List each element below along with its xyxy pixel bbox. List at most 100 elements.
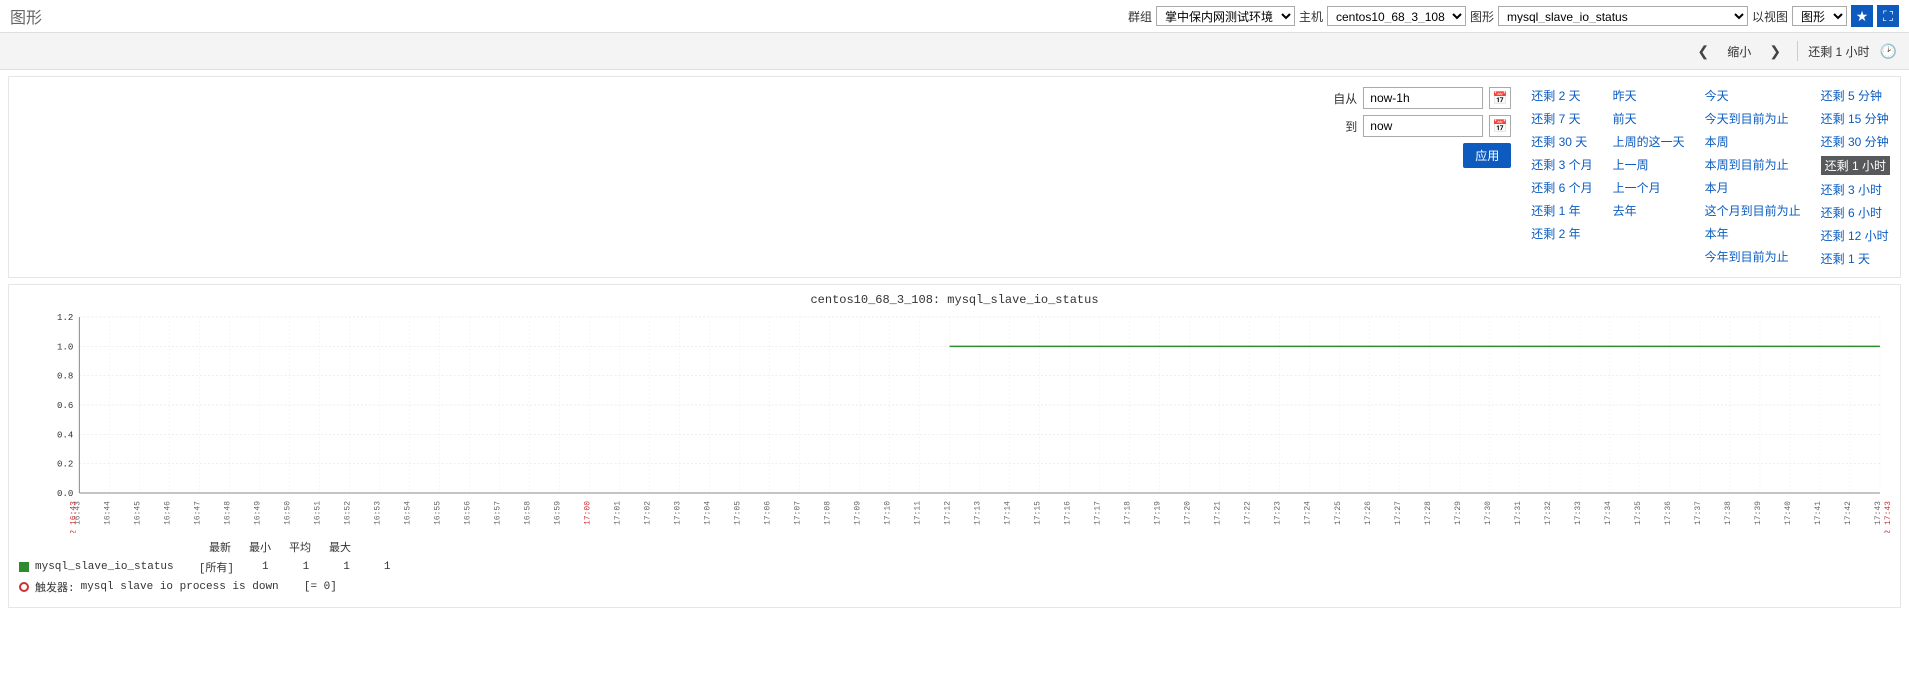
- to-input[interactable]: [1363, 115, 1483, 137]
- svg-text:12-02 17:43: 12-02 17:43: [1884, 501, 1890, 533]
- preset-link[interactable]: 还剩 1 小时: [1821, 156, 1890, 175]
- svg-text:0.2: 0.2: [57, 459, 73, 470]
- svg-text:16:44: 16:44: [103, 501, 112, 525]
- svg-text:17:37: 17:37: [1694, 501, 1703, 525]
- svg-text:16:59: 16:59: [553, 501, 562, 525]
- preset-link[interactable]: 昨天: [1613, 87, 1685, 104]
- preset-link[interactable]: 还剩 2 年: [1531, 225, 1592, 242]
- preset-link[interactable]: 还剩 1 天: [1821, 250, 1890, 267]
- preset-link[interactable]: 本周: [1705, 133, 1801, 150]
- preset-link[interactable]: 上一个月: [1613, 179, 1685, 196]
- svg-text:17:13: 17:13: [974, 501, 983, 525]
- fullscreen-button[interactable]: ⛶: [1877, 5, 1899, 27]
- preset-link[interactable]: 本年: [1705, 225, 1801, 242]
- apply-button[interactable]: 应用: [1463, 143, 1511, 168]
- preset-link[interactable]: 还剩 5 分钟: [1821, 87, 1890, 104]
- svg-text:17:06: 17:06: [764, 501, 773, 525]
- preset-link[interactable]: 还剩 3 小时: [1821, 181, 1890, 198]
- preset-link[interactable]: 还剩 30 天: [1531, 133, 1592, 150]
- trigger-label: 触发器:: [35, 579, 75, 595]
- svg-text:17:19: 17:19: [1154, 501, 1163, 525]
- preset-link[interactable]: 上一周: [1613, 156, 1685, 173]
- svg-text:17:15: 17:15: [1034, 501, 1043, 525]
- preset-link[interactable]: 还剩 15 分钟: [1821, 110, 1890, 127]
- stat-head-min: 最小: [249, 539, 271, 555]
- time-inputs: 自从 📅 到 📅 应用: [1333, 87, 1531, 267]
- preset-link[interactable]: 去年: [1613, 202, 1685, 219]
- stat-avg: 1: [343, 561, 350, 573]
- preset-link[interactable]: 还剩 6 小时: [1821, 204, 1890, 221]
- separator: [1797, 41, 1798, 61]
- svg-text:16:55: 16:55: [433, 501, 442, 525]
- svg-text:17:00: 17:00: [584, 501, 593, 525]
- chart-title: centos10_68_3_108: mysql_slave_io_status: [19, 293, 1890, 307]
- legend-all-label: [所有]: [199, 559, 234, 575]
- preset-link[interactable]: 还剩 30 分钟: [1821, 133, 1890, 150]
- svg-text:16:53: 16:53: [373, 501, 382, 525]
- svg-text:17:33: 17:33: [1574, 501, 1583, 525]
- host-label: 主机: [1299, 8, 1323, 25]
- svg-text:17:23: 17:23: [1274, 501, 1283, 525]
- preset-link[interactable]: 还剩 12 小时: [1821, 227, 1890, 244]
- from-label: 自从: [1333, 90, 1357, 107]
- preset-link[interactable]: 上周的这一天: [1613, 133, 1685, 150]
- zoom-out-button[interactable]: 缩小: [1721, 43, 1757, 60]
- time-presets: 还剩 2 天还剩 7 天还剩 30 天还剩 3 个月还剩 6 个月还剩 1 年还…: [1531, 87, 1890, 267]
- preset-col-2: 昨天前天上周的这一天上一周上一个月去年: [1613, 87, 1685, 267]
- svg-text:17:34: 17:34: [1604, 501, 1613, 525]
- svg-text:17:27: 17:27: [1394, 501, 1403, 525]
- legend-series-row: mysql_slave_io_status [所有] 1 1 1 1: [19, 559, 1890, 575]
- from-calendar-icon[interactable]: 📅: [1489, 87, 1511, 109]
- svg-text:17:36: 17:36: [1664, 501, 1673, 525]
- nav-prev-icon[interactable]: ❮: [1691, 39, 1715, 63]
- preset-link[interactable]: 今天: [1705, 87, 1801, 104]
- from-input[interactable]: [1363, 87, 1483, 109]
- svg-text:16:58: 16:58: [523, 501, 532, 525]
- legend-stats-header: 最新 最小 平均 最大: [209, 539, 1890, 555]
- svg-text:0.0: 0.0: [57, 488, 73, 499]
- host-select[interactable]: centos10_68_3_108: [1327, 6, 1466, 26]
- clock-icon[interactable]: 🕑: [1880, 43, 1897, 60]
- preset-link[interactable]: 还剩 7 天: [1531, 110, 1592, 127]
- group-select[interactable]: 掌中保内网测试环境: [1156, 6, 1295, 26]
- preset-link[interactable]: 还剩 2 天: [1531, 87, 1592, 104]
- chart-svg: 0.00.20.40.60.81.01.216:4316:4416:4516:4…: [19, 313, 1890, 533]
- svg-text:16:56: 16:56: [463, 501, 472, 525]
- graph-select[interactable]: mysql_slave_io_status: [1498, 6, 1748, 26]
- svg-text:17:32: 17:32: [1544, 501, 1553, 525]
- preset-link[interactable]: 还剩 1 年: [1531, 202, 1592, 219]
- page-title: 图形: [10, 4, 42, 28]
- svg-text:17:38: 17:38: [1724, 501, 1733, 525]
- to-calendar-icon[interactable]: 📅: [1489, 115, 1511, 137]
- preset-link[interactable]: 今天到目前为止: [1705, 110, 1801, 127]
- preset-link[interactable]: 这个月到目前为止: [1705, 202, 1801, 219]
- preset-link[interactable]: 前天: [1613, 110, 1685, 127]
- favorite-button[interactable]: ★: [1851, 5, 1873, 27]
- svg-text:17:16: 17:16: [1064, 501, 1073, 525]
- svg-text:16:57: 16:57: [493, 501, 502, 525]
- svg-text:1.2: 1.2: [57, 313, 73, 323]
- preset-link[interactable]: 今年到目前为止: [1705, 248, 1801, 265]
- trigger-expr: [= 0]: [304, 581, 337, 593]
- svg-text:17:26: 17:26: [1364, 501, 1373, 525]
- time-nav-bar: ❮ 缩小 ❯ 还剩 1 小时 🕑: [0, 33, 1909, 70]
- stat-head-max: 最大: [329, 539, 351, 555]
- svg-text:17:08: 17:08: [824, 501, 833, 525]
- view-select[interactable]: 图形: [1792, 6, 1847, 26]
- svg-text:16:50: 16:50: [283, 501, 292, 525]
- preset-link[interactable]: 还剩 6 个月: [1531, 179, 1592, 196]
- preset-link[interactable]: 还剩 3 个月: [1531, 156, 1592, 173]
- preset-link[interactable]: 本月: [1705, 179, 1801, 196]
- nav-next-icon[interactable]: ❯: [1763, 39, 1787, 63]
- svg-text:16:52: 16:52: [343, 501, 352, 525]
- stat-latest: 1: [262, 561, 269, 573]
- preset-link[interactable]: 本周到目前为止: [1705, 156, 1801, 173]
- svg-text:17:41: 17:41: [1814, 501, 1823, 525]
- svg-text:17:05: 17:05: [734, 501, 743, 525]
- svg-text:1.0: 1.0: [57, 341, 73, 352]
- view-label: 以视图: [1752, 8, 1788, 25]
- stat-head-latest: 最新: [209, 539, 231, 555]
- preset-col-4: 还剩 5 分钟还剩 15 分钟还剩 30 分钟还剩 1 小时还剩 3 小时还剩 …: [1821, 87, 1890, 267]
- preset-col-1: 还剩 2 天还剩 7 天还剩 30 天还剩 3 个月还剩 6 个月还剩 1 年还…: [1531, 87, 1592, 267]
- legend-series-name: mysql_slave_io_status: [35, 561, 174, 573]
